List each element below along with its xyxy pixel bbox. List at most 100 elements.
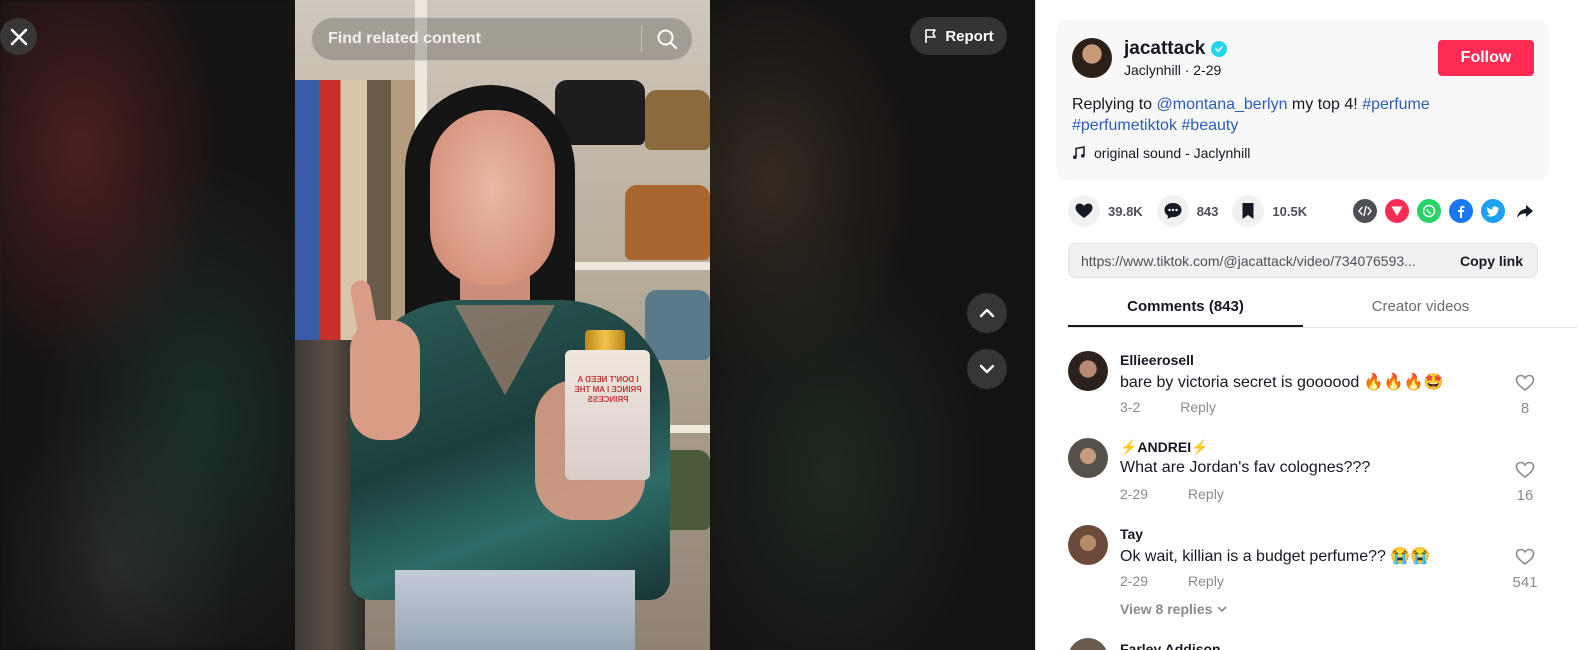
- flag-icon: [925, 29, 937, 43]
- heart-outline-icon: [1515, 374, 1535, 392]
- embed-icon[interactable]: [1353, 199, 1377, 223]
- like-button[interactable]: 39.8K: [1068, 195, 1143, 227]
- previous-video-button[interactable]: [967, 293, 1007, 333]
- view-replies-button[interactable]: View 8 replies: [1120, 601, 1228, 617]
- comment-meta: 2-29 Reply: [1120, 486, 1224, 502]
- perfume-bottle: [565, 350, 650, 480]
- comment-date: 2-29: [1120, 486, 1149, 502]
- verified-badge-icon: [1211, 41, 1228, 57]
- comment-date: 3-2: [1120, 399, 1141, 415]
- video-info-card: jacattack Jaclynhill · 2-29 Follow Reply…: [1056, 20, 1549, 180]
- save-count: 10.5K: [1272, 203, 1308, 219]
- commenter-name[interactable]: Tay: [1120, 526, 1143, 542]
- hashtag-link[interactable]: #perfume: [1362, 96, 1430, 113]
- username-row: jacattack: [1124, 38, 1228, 60]
- video-area: I DON'T NEED A PRINCE I AM THE PRINCESS …: [0, 0, 1035, 650]
- reply-button[interactable]: Reply: [1188, 573, 1224, 589]
- copy-link-box: https://www.tiktok.com/@jacattack/video/…: [1068, 243, 1538, 278]
- comment-like-count: 8: [1520, 400, 1530, 417]
- handbag: [625, 185, 710, 260]
- report-button[interactable]: Report: [910, 17, 1007, 55]
- bookmark-icon: [1232, 195, 1265, 227]
- commenter-name[interactable]: Farley Addison: [1120, 641, 1221, 650]
- search-button[interactable]: [642, 17, 692, 61]
- details-panel: jacattack Jaclynhill · 2-29 Follow Reply…: [1035, 0, 1577, 650]
- author-username[interactable]: jacattack: [1124, 38, 1205, 60]
- twitter-icon[interactable]: [1481, 199, 1505, 223]
- hashtag-link[interactable]: #beauty: [1181, 117, 1238, 134]
- sound-label: original sound - Jaclynhill: [1094, 145, 1251, 161]
- close-icon: [10, 28, 27, 45]
- music-note-icon: [1073, 146, 1085, 159]
- tiktok-video-page: I DON'T NEED A PRINCE I AM THE PRINCESS …: [0, 0, 1577, 650]
- next-video-button[interactable]: [967, 349, 1007, 389]
- comment-text: bare by victoria secret is goooood 🔥🔥🔥🤩: [1120, 374, 1444, 391]
- tab-comments[interactable]: Comments (843): [1068, 292, 1303, 327]
- heart-icon: [1068, 195, 1100, 227]
- reply-button[interactable]: Reply: [1180, 399, 1216, 415]
- perfume-label: I DON'T NEED A PRINCE I AM THE PRINCESS: [574, 375, 642, 404]
- comment-meta: 2-29 Reply: [1120, 573, 1224, 589]
- view-replies-label: View 8 replies: [1120, 601, 1213, 617]
- person-jeans: [395, 570, 635, 650]
- comment-like-button[interactable]: 8: [1508, 373, 1542, 417]
- commenter-avatar[interactable]: [1068, 638, 1108, 650]
- chevron-down-icon: [979, 364, 995, 374]
- whatsapp-icon[interactable]: [1417, 199, 1441, 223]
- search-input[interactable]: [312, 30, 641, 48]
- commenter-avatar[interactable]: [1068, 438, 1108, 478]
- search-icon: [657, 29, 677, 49]
- reply-button[interactable]: Reply: [1188, 486, 1224, 502]
- share-icons: [1353, 199, 1537, 223]
- closet-shelf: [565, 262, 710, 270]
- facebook-icon[interactable]: [1449, 199, 1473, 223]
- comment-item: ⚡ANDREI⚡ What are Jordan's fav colognes?…: [1068, 432, 1558, 519]
- comment-button[interactable]: 843: [1156, 195, 1219, 227]
- send-icon[interactable]: [1385, 199, 1409, 223]
- follow-button[interactable]: Follow: [1438, 40, 1534, 76]
- search-bar: [311, 17, 693, 61]
- caption-text: my top 4!: [1287, 96, 1363, 113]
- comment-like-count: 16: [1516, 487, 1534, 504]
- author-avatar[interactable]: [1072, 38, 1112, 78]
- tab-creator-videos[interactable]: Creator videos: [1303, 292, 1538, 327]
- comment-meta: 3-2 Reply: [1120, 399, 1216, 415]
- video-caption: Replying to @montana_berlyn my top 4! #p…: [1072, 94, 1512, 136]
- video-player[interactable]: I DON'T NEED A PRINCE I AM THE PRINCESS: [295, 0, 710, 650]
- comment-icon: [1156, 195, 1189, 227]
- commenter-name[interactable]: Ellieerosell: [1120, 352, 1194, 368]
- comment-like-button[interactable]: 541: [1508, 547, 1542, 591]
- caption-mention-link[interactable]: @montana_berlyn: [1157, 96, 1288, 113]
- panel-tabs: Comments (843) Creator videos: [1068, 292, 1577, 328]
- blurred-background-left: [0, 0, 295, 650]
- comment-list: Ellieerosell bare by victoria secret is …: [1068, 345, 1558, 650]
- comment-text: Ok wait, killian is a budget perfume?? 😭…: [1120, 548, 1431, 565]
- comment-text: What are Jordan's fav colognes???: [1120, 459, 1371, 476]
- hashtag-link[interactable]: #perfumetiktok: [1072, 117, 1177, 134]
- handbag: [645, 290, 710, 360]
- chevron-up-icon: [979, 308, 995, 318]
- save-button[interactable]: 10.5K: [1232, 195, 1307, 227]
- heart-outline-icon: [1515, 461, 1535, 479]
- sound-link[interactable]: original sound - Jaclynhill: [1072, 145, 1250, 161]
- comment-like-button[interactable]: 16: [1508, 460, 1542, 504]
- chevron-down-icon: [1218, 606, 1227, 613]
- share-arrow-icon[interactable]: [1513, 199, 1537, 223]
- comment-item: Tay Ok wait, killian is a budget perfume…: [1068, 519, 1558, 606]
- commenter-avatar[interactable]: [1068, 525, 1108, 565]
- close-button[interactable]: [0, 18, 37, 55]
- like-count: 39.8K: [1108, 203, 1143, 219]
- copy-link-button[interactable]: Copy link: [1446, 253, 1537, 269]
- comment-like-count: 541: [1512, 574, 1538, 591]
- video-url[interactable]: https://www.tiktok.com/@jacattack/video/…: [1069, 253, 1446, 269]
- report-label: Report: [945, 27, 994, 45]
- person-hand: [350, 320, 420, 440]
- comment-count: 843: [1196, 203, 1219, 219]
- author-subline: Jaclynhill · 2-29: [1124, 62, 1222, 78]
- comment-item: Ellieerosell bare by victoria secret is …: [1068, 345, 1558, 432]
- handbag: [645, 90, 710, 150]
- handbag: [555, 80, 645, 145]
- commenter-avatar[interactable]: [1068, 351, 1108, 391]
- commenter-name[interactable]: ⚡ANDREI⚡: [1120, 439, 1209, 456]
- comment-date: 2-29: [1120, 573, 1149, 589]
